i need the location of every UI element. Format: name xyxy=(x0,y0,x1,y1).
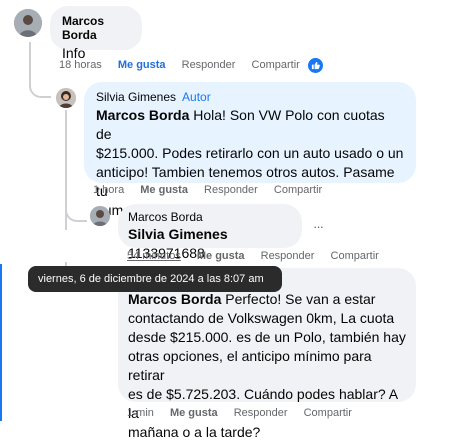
comment-actions: 1 hora Me gusta Responder Compartir xyxy=(93,184,335,196)
comment-actions: 54 minutos Me gusta Responder Compartir xyxy=(127,250,392,262)
avatar[interactable] xyxy=(14,9,42,37)
avatar[interactable] xyxy=(56,88,76,108)
profile-photo-icon xyxy=(14,9,42,37)
avatar[interactable] xyxy=(90,206,110,226)
comment-line: contactando de Volkswagen 0km, La cuota xyxy=(128,310,395,326)
timestamp[interactable]: 1 hora xyxy=(93,184,124,196)
comment-line: desde $215.000. es de un Polo, también h… xyxy=(128,329,406,345)
like-button[interactable]: Me gusta xyxy=(140,184,188,196)
like-button[interactable]: Me gusta xyxy=(197,250,245,262)
thread-line-1 xyxy=(29,42,31,88)
share-button[interactable]: Compartir xyxy=(304,407,352,419)
timestamp[interactable]: 1 min xyxy=(127,407,154,419)
share-button[interactable]: Compartir xyxy=(252,59,300,71)
timestamp-tooltip: viernes, 6 de diciembre de 2024 a las 8:… xyxy=(28,266,282,292)
comment-bubble: Marcos Borda Info xyxy=(50,6,142,61)
thumbs-up-icon xyxy=(311,61,320,70)
more-options-button[interactable]: ··· xyxy=(313,219,324,234)
reply-button[interactable]: Responder xyxy=(234,407,288,419)
thread-line-1-curve xyxy=(29,86,51,98)
highlight-left-edge xyxy=(0,264,2,421)
share-button[interactable]: Compartir xyxy=(274,184,322,196)
share-button[interactable]: Compartir xyxy=(331,250,379,262)
comment-author[interactable]: Silvia Gimenes xyxy=(96,90,176,104)
thread-line-2-curve xyxy=(65,210,87,222)
comment-line: otras opciones, el anticipo mínimo para … xyxy=(128,348,372,383)
comment-actions: 18 horas Me gusta Responder Compartir xyxy=(59,59,313,71)
comment-author-row: Silvia Gimenes Autor xyxy=(96,90,404,104)
comment-line: Perfecto! Se van a estar xyxy=(225,291,376,307)
comment-author[interactable]: Marcos Borda xyxy=(62,14,130,42)
comment-line: $215.000. Podes retirarlo con un auto us… xyxy=(96,145,404,161)
comment-author[interactable]: Marcos Borda xyxy=(128,210,292,224)
reply-button[interactable]: Responder xyxy=(261,250,315,262)
mention-link[interactable]: Marcos Borda xyxy=(128,291,221,307)
like-button[interactable]: Me gusta xyxy=(118,59,166,71)
reply-button[interactable]: Responder xyxy=(204,184,258,196)
author-badge: Autor xyxy=(182,90,211,104)
comment-text: Marcos Borda Hola! Son VW Polo con cuota… xyxy=(96,106,404,220)
comment-bubble: Silvia Gimenes Autor Marcos Borda Hola! S… xyxy=(84,82,416,218)
like-button[interactable]: Me gusta xyxy=(170,407,218,419)
timestamp[interactable]: 54 minutos xyxy=(127,250,181,262)
timestamp[interactable]: 18 horas xyxy=(59,59,102,71)
comment-actions: 1 min Me gusta Responder Compartir xyxy=(127,407,365,419)
comment-bubble: Marcos Borda Silvia Gimenes 1133971688 xyxy=(118,204,302,261)
mention-link[interactable]: Silvia Gimenes xyxy=(128,226,228,242)
profile-photo-icon xyxy=(56,88,76,108)
comment-line: mañana o a la tarde? xyxy=(128,424,261,440)
comment-text: Marcos Borda Perfecto! Se van a estar co… xyxy=(128,290,406,442)
mention-link[interactable]: Marcos Borda xyxy=(96,107,189,123)
reply-button[interactable]: Responder xyxy=(182,59,236,71)
profile-photo-icon xyxy=(90,206,110,226)
like-reaction-icon[interactable] xyxy=(308,58,323,73)
